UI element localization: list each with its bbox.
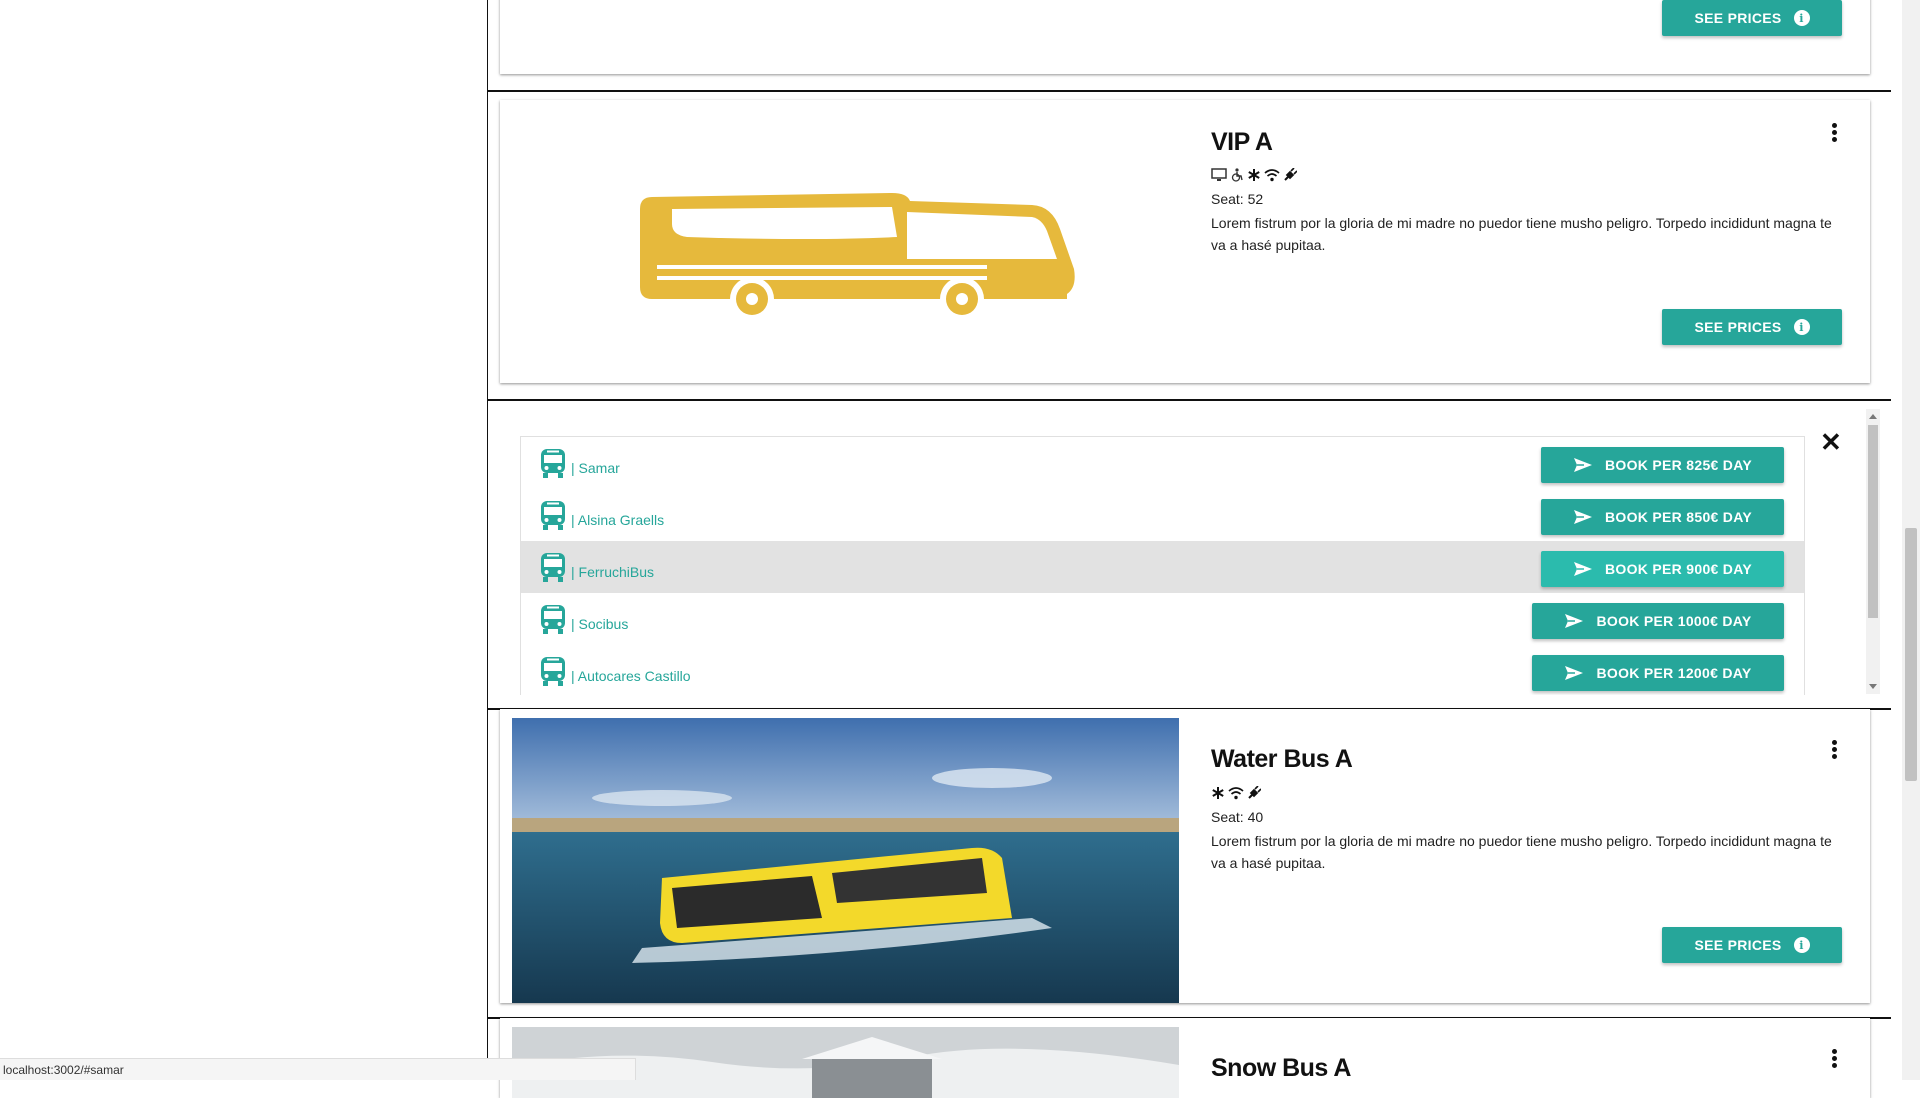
book-label: BOOK PER 825€ DAY: [1605, 457, 1752, 473]
bus-card-snow-bus-a: Snow Bus A: [500, 1018, 1870, 1098]
see-prices-label: SEE PRICES: [1694, 937, 1782, 953]
offer-list: | Samar BOOK PER 825€ DAY | Alsina Grael…: [520, 436, 1805, 695]
seat-count: Seat: 52: [1211, 191, 1264, 207]
amenities: [1211, 786, 1261, 800]
see-prices-button[interactable]: SEE PRICES i: [1662, 0, 1842, 36]
book-label: BOOK PER 850€ DAY: [1605, 509, 1752, 525]
offer-row-highlighted[interactable]: | FerruchiBus BOOK PER 900€ DAY: [521, 541, 1804, 593]
book-label: BOOK PER 1200€ DAY: [1596, 665, 1752, 681]
bus-card-water-bus-a: Water Bus A Seat: 40 Lorem fistrum por l…: [500, 709, 1870, 1003]
page-scrollbar[interactable]: [1902, 0, 1920, 1080]
water-bus-photo: [512, 718, 1179, 1003]
wheelchair-icon: [1231, 168, 1243, 182]
snowflake-icon: [1212, 787, 1224, 799]
operator-link[interactable]: | Samar: [571, 460, 620, 476]
operator-link[interactable]: | Alsina Graells: [571, 512, 664, 528]
bus-title: VIP A: [1211, 128, 1273, 156]
water-bus-image: [512, 718, 1179, 1003]
seat-count: Seat: 40: [1211, 809, 1264, 825]
amenities: [1211, 168, 1297, 182]
bus-icon: [541, 553, 565, 582]
snowflake-icon: [1248, 169, 1260, 181]
offer-row[interactable]: | Socibus BOOK PER 1000€ DAY: [521, 593, 1804, 645]
book-button[interactable]: BOOK PER 1000€ DAY: [1532, 603, 1784, 639]
info-icon: i: [1793, 319, 1810, 335]
book-button[interactable]: BOOK PER 900€ DAY: [1541, 551, 1784, 587]
scroll-down-icon[interactable]: [1869, 684, 1877, 689]
see-prices-button[interactable]: SEE PRICES i: [1662, 309, 1842, 345]
send-icon: [1565, 666, 1584, 680]
bus-icon: [640, 193, 1075, 321]
bus-title: Snow Bus A: [1211, 1054, 1351, 1082]
bus-list: SEE PRICES i VIP A Seat: 52 Lorem fistru…: [488, 0, 1891, 1098]
book-button[interactable]: BOOK PER 850€ DAY: [1541, 499, 1784, 535]
book-button[interactable]: BOOK PER 1200€ DAY: [1532, 655, 1784, 691]
see-prices-label: SEE PRICES: [1694, 10, 1782, 26]
operator-link[interactable]: | Autocares Castillo: [571, 668, 691, 684]
info-icon: i: [1793, 10, 1810, 26]
price-offers-panel: | Samar BOOK PER 825€ DAY | Alsina Grael…: [500, 409, 1883, 695]
bus-icon: [541, 449, 565, 478]
book-button[interactable]: BOOK PER 825€ DAY: [1541, 447, 1784, 483]
operator-link[interactable]: | FerruchiBus: [571, 564, 654, 580]
more-options-icon[interactable]: [1826, 1048, 1842, 1072]
bus-card-vip-a: VIP A Seat: 52 Lorem fistrum por la glor…: [500, 100, 1870, 383]
divider: [488, 399, 1891, 401]
wifi-icon: [1264, 169, 1280, 182]
see-prices-button[interactable]: SEE PRICES i: [1662, 927, 1842, 963]
left-blank-pane: [0, 0, 488, 1080]
book-label: BOOK PER 1000€ DAY: [1596, 613, 1752, 629]
book-label: BOOK PER 900€ DAY: [1605, 561, 1752, 577]
plug-icon: [1248, 786, 1261, 799]
bus-description: Lorem fistrum por la gloria de mi madre …: [1211, 833, 1832, 871]
divider: [488, 90, 1891, 92]
bus-illustration: [512, 109, 1179, 374]
plug-icon: [1284, 168, 1297, 181]
page-scrollbar-thumb[interactable]: [1905, 528, 1917, 781]
send-icon: [1574, 458, 1592, 472]
offers-scrollbar[interactable]: [1866, 409, 1880, 694]
bus-description: Lorem fistrum por la gloria de mi madre …: [1211, 215, 1832, 253]
wifi-icon: [1228, 787, 1244, 800]
bus-card-previous: SEE PRICES i: [500, 0, 1870, 74]
send-icon: [1565, 614, 1584, 628]
status-bar-url: localhost:3002/#samar: [0, 1058, 636, 1080]
bus-title: Water Bus A: [1211, 745, 1353, 773]
offer-row[interactable]: | Alsina Graells BOOK PER 850€ DAY: [521, 489, 1804, 541]
see-prices-label: SEE PRICES: [1694, 319, 1782, 335]
bus-icon: [541, 657, 565, 686]
offer-row[interactable]: | Autocares Castillo BOOK PER 1200€ DAY: [521, 645, 1804, 695]
tv-icon: [1211, 168, 1227, 181]
more-options-icon[interactable]: [1826, 739, 1842, 763]
send-icon: [1574, 562, 1592, 576]
scroll-up-icon[interactable]: [1869, 414, 1877, 419]
operator-link[interactable]: | Socibus: [571, 616, 628, 632]
more-options-icon[interactable]: [1826, 122, 1842, 146]
offer-row[interactable]: | Samar BOOK PER 825€ DAY: [521, 437, 1804, 489]
info-icon: i: [1793, 937, 1810, 953]
bus-icon: [541, 605, 565, 634]
close-icon[interactable]: ✕: [1820, 429, 1842, 455]
send-icon: [1574, 510, 1592, 524]
scrollbar-thumb[interactable]: [1868, 425, 1878, 618]
bus-icon: [541, 501, 565, 530]
